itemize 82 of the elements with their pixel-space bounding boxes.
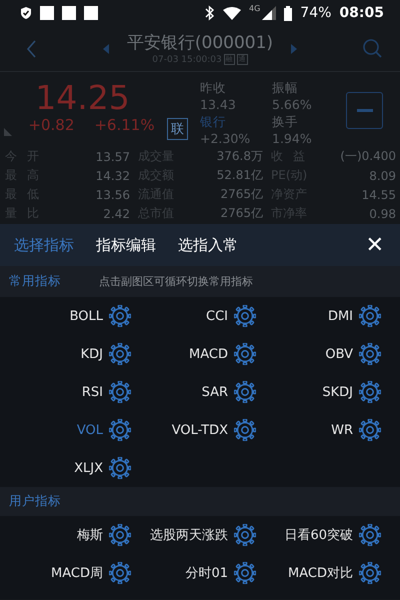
bluetooth-icon xyxy=(203,5,215,21)
shield-icon xyxy=(20,6,32,20)
clock: 08:05 xyxy=(339,5,384,21)
stat-value: +2.30% xyxy=(200,131,252,148)
indicator-item[interactable]: DMI xyxy=(328,308,353,324)
field-value: 0.98 xyxy=(369,206,396,220)
field-value: 8.09 xyxy=(369,168,396,182)
settings-icon[interactable] xyxy=(109,305,131,327)
settings-icon[interactable] xyxy=(359,562,381,584)
battery-icon xyxy=(284,6,292,20)
stat-label: 振幅 xyxy=(272,80,299,97)
field-value: (一)0.400 xyxy=(340,148,396,165)
settings-icon[interactable] xyxy=(234,305,256,327)
wifi-icon xyxy=(223,6,241,20)
indicator-item[interactable]: VOL xyxy=(76,422,103,438)
settings-icon[interactable] xyxy=(109,419,131,441)
notification-icon xyxy=(84,6,98,20)
settings-icon[interactable] xyxy=(234,343,256,365)
stat-value: 5.66% xyxy=(272,97,313,114)
indicator-item[interactable]: SAR xyxy=(202,384,228,400)
settings-icon[interactable] xyxy=(234,562,256,584)
stat-value: 13.43 xyxy=(200,97,237,114)
field-value: 2765亿 xyxy=(220,205,263,222)
settings-icon[interactable] xyxy=(234,419,256,441)
indicator-item[interactable]: 分时01 xyxy=(185,564,228,582)
settings-icon[interactable] xyxy=(109,562,131,584)
indicator-item[interactable]: 梅斯 xyxy=(77,526,103,544)
settings-icon[interactable] xyxy=(359,419,381,441)
indicator-item[interactable]: BOLL xyxy=(70,308,103,324)
settings-icon[interactable] xyxy=(359,305,381,327)
indicator-item[interactable]: MACD周 xyxy=(51,564,103,582)
indicator-item[interactable]: VOL-TDX xyxy=(172,422,228,438)
minus-icon xyxy=(356,109,372,112)
collapse-button[interactable] xyxy=(346,92,383,129)
settings-icon[interactable] xyxy=(359,343,381,365)
field-value: 2765亿 xyxy=(220,186,263,203)
field-value: 376.8万 xyxy=(216,148,263,165)
field-value: 52.81亿 xyxy=(216,167,263,184)
field-value: 2.42 xyxy=(103,206,130,220)
stat-label: 换手 xyxy=(272,114,299,131)
settings-icon[interactable] xyxy=(234,381,256,403)
settings-icon[interactable] xyxy=(109,343,131,365)
indicator-item[interactable]: 日看60突破 xyxy=(284,526,353,544)
notification-icon xyxy=(62,6,76,20)
indicator-item[interactable]: MACD对比 xyxy=(288,564,353,582)
battery-level: 74% xyxy=(300,5,332,21)
signal-icon xyxy=(262,6,276,20)
indicator-item[interactable]: 选股两天涨跌 xyxy=(150,526,228,544)
section-title: 常用指标 xyxy=(9,273,61,290)
indicator-item[interactable]: CCI xyxy=(206,308,228,324)
indicator-item[interactable]: KDJ xyxy=(80,346,103,362)
stat-value: 1.94% xyxy=(272,131,313,148)
price-change: +0.82 xyxy=(28,116,74,134)
indicator-item[interactable]: OBV xyxy=(325,346,353,362)
section-title: 用户指标 xyxy=(9,493,61,510)
indicator-item[interactable]: RSI xyxy=(82,384,103,400)
settings-icon[interactable] xyxy=(359,524,381,546)
settings-icon[interactable] xyxy=(109,524,131,546)
indicator-item[interactable]: WR xyxy=(331,422,353,438)
stock-price: 14.25 xyxy=(35,80,130,116)
settings-icon[interactable] xyxy=(359,381,381,403)
settings-icon[interactable] xyxy=(234,524,256,546)
indicator-item[interactable]: SKDJ xyxy=(322,384,353,400)
section-hint: 点击副图区可循环切换常用指标 xyxy=(99,274,253,289)
corner-mark xyxy=(4,128,12,136)
field-value: 13.56 xyxy=(96,188,130,202)
link-button[interactable]: 联 xyxy=(167,118,188,140)
stat-label: 昨收 xyxy=(200,80,227,97)
percent-change: +6.11% xyxy=(94,116,155,134)
settings-icon[interactable] xyxy=(109,457,131,479)
settings-icon[interactable] xyxy=(109,381,131,403)
field-value: 13.57 xyxy=(96,150,130,164)
network-type: 4G xyxy=(249,4,260,13)
stock-title: 平安银行(000001) xyxy=(126,32,274,54)
field-value: 14.32 xyxy=(96,168,130,182)
close-button[interactable]: ✕ xyxy=(364,232,386,258)
field-value: 14.55 xyxy=(362,188,396,202)
indicator-item[interactable]: XLJX xyxy=(74,460,103,476)
notification-icon xyxy=(40,6,54,20)
tab[interactable]: 指标编辑 xyxy=(96,236,156,254)
indicator-item[interactable]: MACD xyxy=(189,346,228,362)
tab[interactable]: 选指入常 xyxy=(178,236,238,254)
